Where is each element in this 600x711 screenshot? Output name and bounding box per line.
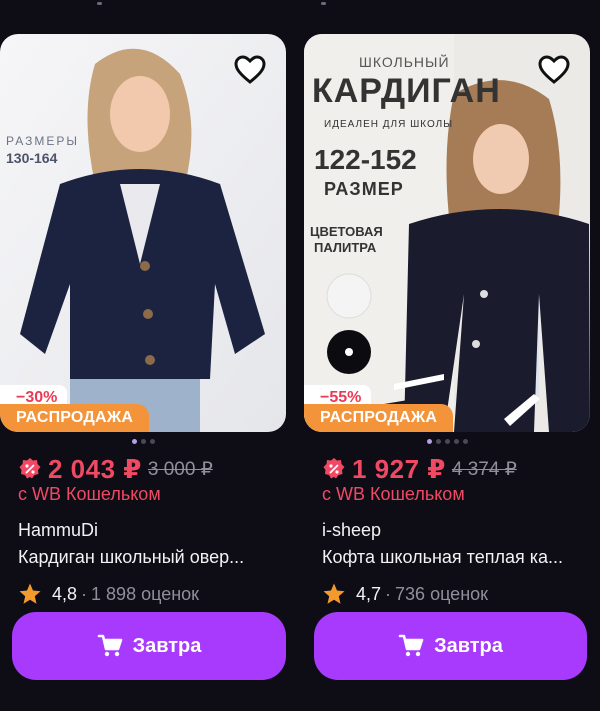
- image-text-3: ИДЕАЛЕН ДЛЯ ШКОЛЫ: [324, 119, 454, 130]
- image-text-5: РАЗМЕР: [324, 179, 404, 199]
- cart-icon: [398, 634, 424, 657]
- brand-name: i-sheep: [322, 520, 382, 540]
- discount-icon: [323, 458, 345, 479]
- heart-icon: [234, 55, 266, 84]
- image-text-2: КАРДИГАН: [312, 72, 501, 110]
- favorite-button[interactable]: [536, 52, 572, 88]
- image-text-size-range: 130-164: [6, 150, 58, 166]
- reviews-count: 1 898 оценок: [91, 583, 200, 604]
- image-text-4: 122-152: [314, 144, 417, 175]
- price: 2 043 ₽: [48, 453, 142, 484]
- price-row: 2 043 ₽ 3 000 ₽: [0, 452, 286, 486]
- product-image[interactable]: РАЗМЕРЫ 130-164 −30% РАСПРОДАЖА: [0, 34, 286, 432]
- image-text-sizes: РАЗМЕРЫ: [6, 134, 79, 148]
- product-photo: [0, 34, 286, 432]
- sale-badge: РАСПРОДАЖА: [0, 404, 150, 432]
- brand-name: HammuDi: [18, 520, 99, 540]
- old-price: 3 000 ₽: [147, 458, 213, 480]
- rating-row: 4,7 · 736 оценок: [304, 582, 590, 606]
- add-to-cart-button[interactable]: Завтра: [12, 612, 286, 680]
- image-pager: [304, 434, 590, 448]
- heart-icon: [538, 55, 570, 84]
- star-icon: [323, 583, 345, 604]
- product-card[interactable]: ШКОЛЬНЫЙ КАРДИГАН ИДЕАЛЕН ДЛЯ ШКОЛЫ 122-…: [304, 34, 590, 680]
- image-text-1: ШКОЛЬНЫЙ: [359, 54, 450, 70]
- carousel-dots-top: [0, 0, 600, 12]
- product-title[interactable]: Кофта школьная теплая ка...: [304, 547, 590, 568]
- price-row: 1 927 ₽ 4 374 ₽: [304, 452, 590, 486]
- rating-value: 4,8: [52, 583, 78, 604]
- add-to-cart-label: Завтра: [434, 634, 503, 657]
- wallet-note: с WB Кошельком: [322, 484, 465, 504]
- rating-row: 4,8 · 1 898 оценок: [0, 582, 286, 606]
- image-pager: [0, 434, 286, 448]
- add-to-cart-button[interactable]: Завтра: [314, 612, 587, 680]
- cart-icon: [97, 634, 122, 657]
- sale-badge: РАСПРОДАЖА: [304, 404, 454, 432]
- product-card[interactable]: РАЗМЕРЫ 130-164 −30% РАСПРОДАЖА 2 043 ₽ …: [0, 34, 286, 680]
- discount-icon: [19, 458, 41, 479]
- favorite-button[interactable]: [232, 52, 268, 88]
- product-title[interactable]: Кардиган школьный овер...: [0, 547, 286, 568]
- rating-value: 4,7: [356, 583, 382, 604]
- reviews-count: 736 оценок: [395, 583, 489, 604]
- product-image[interactable]: ШКОЛЬНЫЙ КАРДИГАН ИДЕАЛЕН ДЛЯ ШКОЛЫ 122-…: [304, 34, 590, 432]
- add-to-cart-label: Завтра: [132, 634, 202, 657]
- wallet-note: с WB Кошельком: [18, 484, 161, 504]
- image-text-7: ПАЛИТРА: [314, 240, 377, 255]
- star-icon: [19, 583, 41, 604]
- image-text-6: ЦВЕТОВАЯ: [310, 224, 383, 239]
- price: 1 927 ₽: [352, 453, 446, 484]
- old-price: 4 374 ₽: [451, 458, 517, 480]
